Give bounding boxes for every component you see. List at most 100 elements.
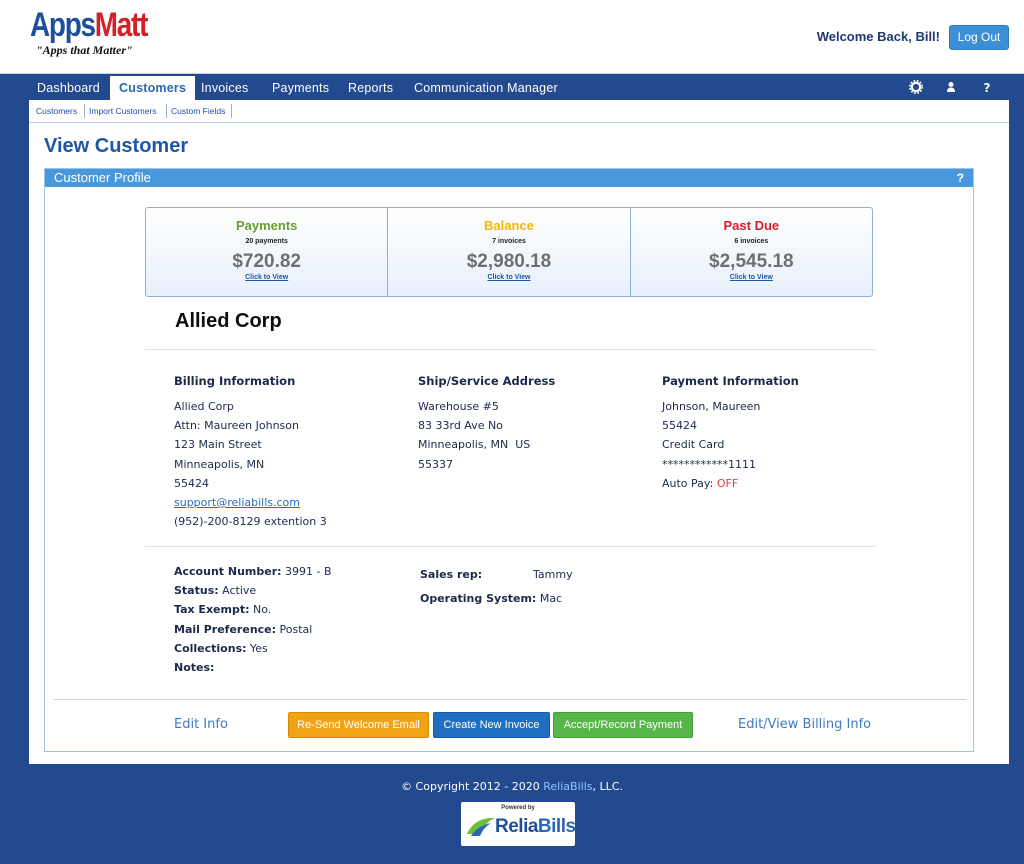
subnav-divider	[84, 104, 85, 118]
create-new-invoice-button[interactable]: Create New Invoice	[433, 712, 550, 738]
autopay-label: Auto Pay:	[662, 476, 714, 490]
user-icon[interactable]	[943, 80, 959, 96]
logo-matt: Matt	[94, 6, 149, 44]
divider	[145, 349, 875, 350]
billing-city: Minneapolis, MN	[174, 457, 265, 471]
billing-info: Billing Information Allied Corp Attn: Ma…	[174, 374, 327, 531]
subnav-divider	[231, 104, 232, 118]
welcome-message: Welcome Back, Bill!	[816, 29, 940, 44]
stat-view-link[interactable]: Click to View	[631, 274, 872, 281]
edit-view-billing-info-link[interactable]: Edit/View Billing Info	[738, 717, 871, 732]
logo-wordmark: AppsMatt	[30, 6, 149, 44]
divider	[145, 546, 875, 547]
billing-phone: (952)-200-8129 extention 3	[174, 515, 327, 529]
operating-system-label: Operating System:	[420, 592, 537, 605]
stat-past-due[interactable]: Past Due 6 invoices $2,545.18 Click to V…	[631, 208, 872, 296]
operating-system: Operating System: Mac	[420, 592, 562, 605]
subnav-custom-fields[interactable]: Custom Fields	[171, 106, 225, 116]
payment-heading: Payment Information	[662, 374, 799, 388]
nav-invoices[interactable]: Invoices	[201, 76, 248, 100]
reliabills-footer-link[interactable]: ReliaBills	[543, 780, 592, 793]
sub-nav: Customers Import Customers Custom Fields	[29, 100, 1009, 123]
shipping-info: Ship/Service Address Warehouse #5 83 33r…	[418, 374, 555, 474]
billing-attn: Attn: Maureen Johnson	[174, 419, 299, 433]
top-header: AppsMatt "Apps that Matter" Welcome Back…	[0, 0, 1024, 74]
shipping-zip: 55337	[418, 457, 453, 471]
stat-view-link[interactable]: Click to View	[388, 274, 629, 281]
collections-value: Yes	[250, 642, 268, 655]
subnav-divider	[166, 104, 167, 118]
nav-dashboard[interactable]: Dashboard	[37, 76, 100, 100]
customer-profile-panel: Customer Profile ? Payments 20 payments …	[44, 168, 974, 752]
reliabills-logo[interactable]: Powered by ReliaBills	[461, 802, 576, 846]
subnav-customers[interactable]: Customers	[36, 106, 77, 116]
reliabills-wordmark: ReliaBills	[495, 816, 576, 838]
subnav-import-customers[interactable]: Import Customers	[89, 106, 157, 116]
notes: Notes:	[174, 661, 214, 674]
collections: Collections: Yes	[174, 642, 268, 655]
tax-exempt-label: Tax Exempt:	[174, 603, 250, 616]
notes-label: Notes:	[174, 661, 215, 674]
sales-rep-value: Tammy	[533, 568, 573, 581]
nav-customers[interactable]: Customers	[110, 76, 196, 100]
help-icon[interactable]: ?	[979, 80, 995, 96]
profile-header: Customer Profile ?	[45, 169, 973, 187]
content-panel: Customers Import Customers Custom Fields…	[29, 100, 1009, 764]
payment-zip: 55424	[662, 419, 697, 433]
autopay-status: OFF	[716, 476, 739, 490]
collections-label: Collections:	[174, 642, 247, 655]
resend-welcome-email-button[interactable]: Re-Send Welcome Email	[288, 712, 429, 738]
logo-tagline: "Apps that Matter"	[36, 43, 133, 57]
gear-icon-glyph	[909, 80, 923, 94]
page-title: View Customer	[44, 135, 189, 157]
stat-payments[interactable]: Payments 20 payments $720.82 Click to Vi…	[146, 208, 389, 296]
logo-apps: Apps	[30, 6, 96, 44]
shipping-city: Minneapolis, MN US	[418, 438, 531, 452]
payment-info: Payment Information Johnson, Maureen 554…	[662, 374, 799, 493]
stat-title: Payments	[235, 218, 298, 233]
status-label: Status:	[174, 584, 219, 597]
nav-payments[interactable]: Payments	[272, 76, 329, 100]
gear-icon[interactable]	[908, 80, 924, 96]
logo-relia: Relia	[495, 816, 538, 837]
copyright-prefix: © Copyright 2012 - 2020	[401, 780, 544, 793]
powered-by-label: Powered by	[501, 805, 535, 811]
billing-email-link[interactable]: support@reliabills.com	[174, 493, 327, 512]
appsmatt-logo[interactable]: AppsMatt "Apps that Matter"	[30, 8, 173, 58]
status: Status: Active	[174, 584, 256, 597]
payment-autopay: Auto Pay: OFF	[662, 474, 799, 493]
copyright-suffix: , LLC.	[592, 780, 623, 793]
account-number-label: Account Number:	[174, 565, 282, 578]
operating-system-value: Mac	[539, 592, 563, 605]
account-summary: Payments 20 payments $720.82 Click to Vi…	[145, 207, 873, 297]
shipping-heading: Ship/Service Address	[418, 374, 556, 388]
nav-communication-manager[interactable]: Communication Manager	[414, 76, 558, 100]
logout-button[interactable]: Log Out	[949, 25, 1009, 50]
main-nav: Dashboard Customers Invoices Payments Re…	[29, 76, 1009, 100]
nav-reports[interactable]: Reports	[348, 76, 393, 100]
shipping-line1: Warehouse #5	[418, 400, 499, 413]
profile-header-title: Customer Profile	[54, 170, 151, 185]
payment-card-number: ************1111	[662, 457, 756, 471]
profile-help-icon[interactable]: ?	[957, 169, 964, 187]
stat-balance[interactable]: Balance 7 invoices $2,980.18 Click to Vi…	[388, 208, 631, 296]
stat-title: Balance	[484, 218, 534, 233]
shipping-line2: 83 33rd Ave No	[418, 419, 503, 433]
stat-amount: $720.82	[232, 251, 301, 272]
stat-amount: $2,980.18	[466, 251, 552, 272]
stat-view-link[interactable]: Click to View	[146, 274, 387, 281]
accept-record-payment-button[interactable]: Accept/Record Payment	[553, 712, 693, 738]
status-value: Active	[222, 584, 257, 597]
account-number: Account Number: 3991 - B	[174, 565, 332, 578]
tax-exempt-value: No.	[253, 603, 272, 616]
payment-name: Johnson, Maureen	[662, 400, 761, 413]
reliabills-mark-icon	[467, 818, 495, 836]
tax-exempt: Tax Exempt: No.	[174, 603, 271, 616]
edit-info-link[interactable]: Edit Info	[174, 717, 228, 732]
mail-preference: Mail Preference: Postal	[174, 623, 312, 636]
billing-zip: 55424	[174, 476, 209, 490]
stat-title: Past Due	[723, 218, 780, 233]
payment-method: Credit Card	[662, 438, 725, 452]
stat-count: 7 invoices	[492, 238, 526, 245]
stat-amount: $2,545.18	[709, 251, 794, 272]
